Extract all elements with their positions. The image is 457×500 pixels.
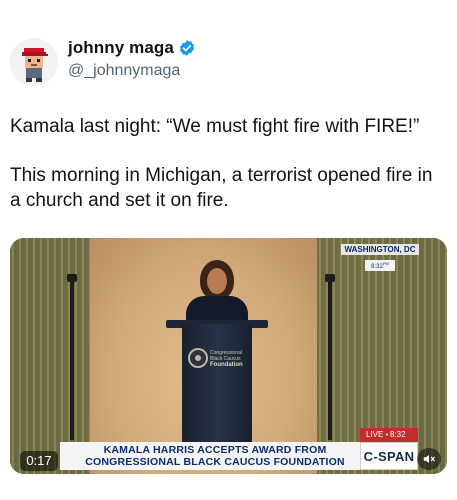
network-logo: C-SPAN	[360, 442, 418, 470]
podium-sign: Congressional Black Caucus Foundation	[210, 350, 252, 368]
speaker-muted-icon	[423, 454, 435, 464]
speaker-face	[207, 268, 227, 294]
author-name-row[interactable]: johnny maga	[68, 38, 196, 58]
tweet-body: Kamala last night: “We must fight fire w…	[10, 114, 447, 213]
tweet-header: johnny maga @_johnnymaga	[10, 32, 447, 88]
tweet-text-paragraph: This morning in Michigan, a terrorist op…	[10, 165, 433, 211]
live-badge: LIVE • 8:32	[360, 428, 418, 442]
live-time: 8:32	[389, 430, 406, 439]
network-logo-text: C-SPAN	[363, 448, 415, 464]
chyron-line: CONGRESSIONAL BLACK CAUCUS FOUNDATION	[85, 456, 345, 468]
author-handle[interactable]: @_johnnymaga	[68, 62, 180, 80]
location-time: 8:32PM	[365, 260, 395, 271]
chyron-line: KAMALA HARRIS ACCEPTS AWARD FROM	[103, 444, 327, 456]
podium	[182, 324, 252, 444]
sequin-curtain-left	[10, 238, 90, 474]
location-bug: WASHINGTON, DC 8:32PM	[341, 244, 419, 273]
news-chyron: KAMALA HARRIS ACCEPTS AWARD FROM CONGRES…	[60, 442, 370, 470]
verified-badge-icon	[179, 40, 195, 56]
mic-stand-right	[325, 274, 335, 440]
video-elapsed-time: 0:17	[20, 451, 58, 471]
avatar[interactable]	[10, 38, 58, 86]
mic-stand-left	[67, 274, 77, 440]
pixel-avatar-red-cap-icon	[10, 38, 58, 86]
author-display-name[interactable]: johnny maga	[68, 38, 174, 58]
live-label: LIVE	[366, 430, 384, 439]
tweet-text-paragraph: Kamala last night: “We must fight fire w…	[10, 116, 420, 137]
mute-button[interactable]	[417, 448, 441, 470]
foundation-seal-icon	[188, 348, 208, 368]
location-time-suffix: PM	[382, 261, 389, 266]
location-time-value: 8:32	[371, 264, 383, 270]
location-label: WASHINGTON, DC	[341, 244, 419, 255]
video-player[interactable]: Congressional Black Caucus Foundation WA…	[10, 238, 447, 474]
podium-sign-line: Foundation	[210, 362, 243, 368]
